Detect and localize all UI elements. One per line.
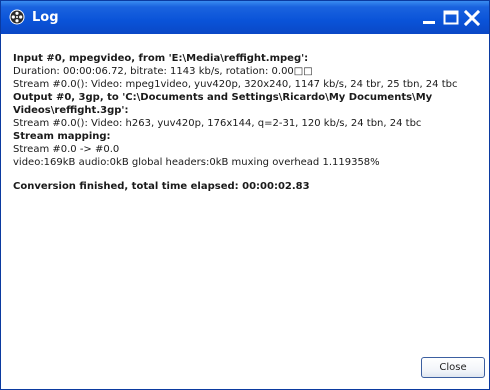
log-line-stream-mapping-header: Stream mapping: xyxy=(13,131,111,142)
film-reel-icon xyxy=(9,9,25,25)
log-line-output-stream: Stream #0.0(): Video: h263, yuv420p, 176… xyxy=(13,118,422,129)
minimize-icon xyxy=(423,21,435,24)
log-line-output-header-cont: Videos\reffight.3gp': xyxy=(13,105,129,116)
maximize-icon xyxy=(443,10,459,25)
log-line-duration: Duration: 00:00:06.72, bitrate: 1143 kb/… xyxy=(13,66,313,77)
maximize-button[interactable] xyxy=(442,9,460,27)
log-line-input-header: Input #0, mpegvideo, from 'E:\Media\reff… xyxy=(13,53,309,64)
log-line-summary: video:169kB audio:0kB global headers:0kB… xyxy=(13,157,380,168)
log-line-output-header: Output #0, 3gp, to 'C:\Documents and Set… xyxy=(13,92,433,103)
minimize-button[interactable] xyxy=(420,9,438,27)
log-text-area: Input #0, mpegvideo, from 'E:\Media\reff… xyxy=(13,52,483,193)
log-spacer xyxy=(13,169,483,180)
log-window: Log Input #0, mpegvideo, from 'E:\Media\… xyxy=(0,0,490,390)
close-icon xyxy=(463,9,481,27)
window-title: Log xyxy=(32,10,59,25)
close-window-button[interactable] xyxy=(463,9,481,27)
log-line-stream-mapping: Stream #0.0 -> #0.0 xyxy=(13,144,120,155)
close-button[interactable]: Close xyxy=(421,357,485,378)
title-bar[interactable]: Log xyxy=(1,1,489,34)
log-line-conversion-finished: Conversion finished, total time elapsed:… xyxy=(13,181,310,192)
log-line-input-stream: Stream #0.0(): Video: mpeg1video, yuv420… xyxy=(13,79,458,90)
